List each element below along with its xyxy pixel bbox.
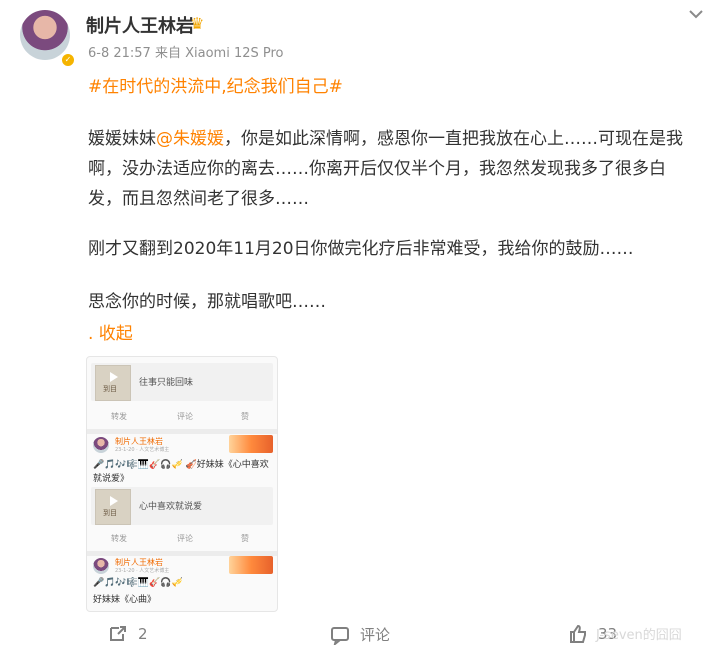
verified-badge-icon: ✓ (61, 53, 75, 67)
music-card-1[interactable]: 到目 往事只能回味 (91, 363, 273, 401)
repost-icon (110, 626, 126, 641)
mini-avatar (93, 558, 109, 574)
comment-icon (331, 626, 349, 645)
post-paragraph-2: 刚才又翻到2020年11月20日你做完化疗后非常难受，我给你的鼓励…… (88, 239, 634, 259)
post-time: 6-8 21:57 (88, 46, 151, 61)
paragraph-start-text: 媛媛妹妹 (88, 129, 156, 149)
mini-banner-icon (229, 435, 273, 453)
mini-text-line-1: 🎤🎵🎶🎼🎹🎸🎧🎺 (93, 578, 183, 588)
post-meta: 6-8 21:57 来自 Xiaomi 12S Pro (88, 42, 284, 61)
author-name[interactable]: 制片人王林岩 (86, 12, 194, 38)
separator (87, 429, 277, 434)
comment-label: 评论 (360, 626, 391, 644)
music-card-2[interactable]: 到目 心中喜欢就说爱 (91, 487, 273, 525)
mini-meta: 23-1-20 · 人文艺术博主 (115, 568, 170, 574)
mini-text-line-1: 🎤🎵🎶🎼🎹🎸🎧🎺 🎻好妹妹《心中喜欢 (93, 460, 269, 470)
small-actions-1: 转发 评论 赞 (87, 407, 277, 427)
repost-label-2: 转发 (111, 534, 127, 543)
play-icon (110, 496, 118, 506)
play-icon (110, 372, 118, 382)
album-mark: 到目 (103, 385, 117, 393)
mini-text-line-2: 就说爱》 (93, 474, 130, 484)
collapse-link[interactable]: . 收起 (88, 319, 133, 344)
mini-text-line-2: 好妹妹《心曲》 (93, 595, 157, 605)
repost-button[interactable]: 2 (108, 624, 148, 644)
mini-banner-icon (229, 556, 273, 574)
repost-count: 2 (138, 625, 148, 643)
like-icon (570, 624, 586, 643)
album-cover-icon: 到目 (95, 489, 131, 525)
comment-label-2: 评论 (177, 534, 193, 543)
album-cover-icon: 到目 (95, 365, 131, 401)
post-paragraph-1: 媛媛妹妹@朱媛媛，你是如此深情啊，感恩你一直把我放在心上……可现在是我啊，没办法… (88, 124, 688, 214)
attached-screenshot[interactable]: 到目 往事只能回味 转发 评论 赞 制片人王林岩 23-1-20 · 人文艺术博… (86, 356, 278, 612)
music-title-2: 心中喜欢就说爱 (139, 502, 203, 512)
mini-post-2: 制片人王林岩 23-1-20 · 人文艺术博主 🎤🎵🎶🎼🎹🎸🎧🎺 好妹妹《心曲》 (91, 556, 273, 608)
post-source: 来自 Xiaomi 12S Pro (154, 46, 284, 61)
mini-meta: 23-1-20 · 人文艺术博主 (115, 447, 170, 453)
mini-post-1: 制片人王林岩 23-1-20 · 人文艺术博主 🎤🎵🎶🎼🎹🎸🎧🎺 🎻好妹妹《心中… (91, 435, 273, 491)
like-label-1: 赞 (241, 412, 249, 421)
watermark: J-seven的囧囧 (596, 628, 682, 643)
comment-button[interactable]: 评论 (330, 624, 390, 645)
album-mark: 到目 (103, 509, 117, 517)
repost-label-1: 转发 (111, 412, 127, 421)
avatar[interactable] (20, 10, 70, 60)
small-actions-2: 转发 评论 赞 (87, 529, 277, 549)
mini-avatar (93, 437, 109, 453)
like-label-2: 赞 (241, 534, 249, 543)
music-title-1: 往事只能回味 (139, 378, 194, 388)
topic-link[interactable]: #在时代的洪流中,纪念我们自己# (88, 72, 343, 97)
comment-label-1: 评论 (177, 412, 193, 421)
chevron-down-icon[interactable] (686, 4, 706, 24)
crown-icon: ♛ (190, 14, 205, 33)
mention-link[interactable]: @朱媛媛 (156, 129, 224, 149)
post-paragraph-3: 思念你的时候，那就唱歌吧…… (88, 292, 326, 312)
